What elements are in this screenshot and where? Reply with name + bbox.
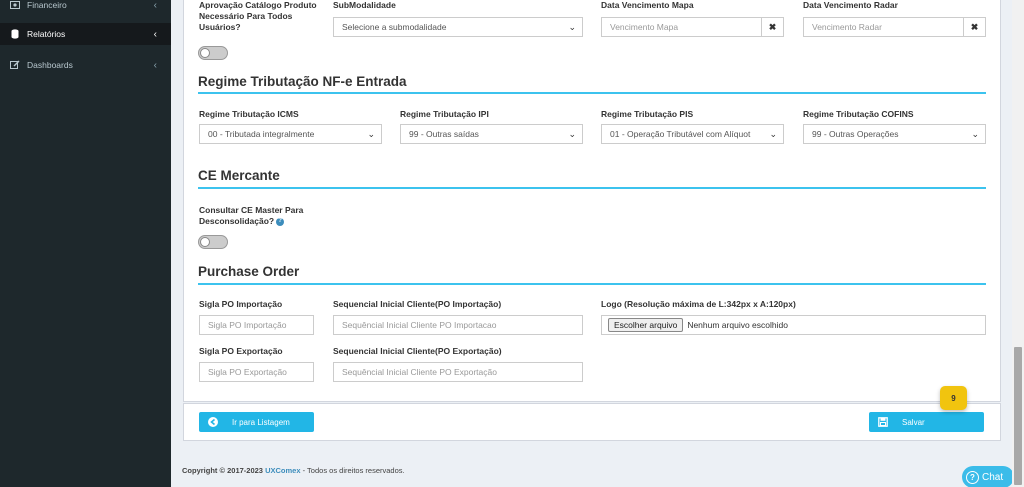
form-card: Aprovação Catálogo Produto Necessário Pa… [183, 0, 1001, 402]
close-icon[interactable]: ✖ [761, 18, 783, 36]
section-divider [198, 187, 986, 189]
choose-file-button[interactable]: Escolher arquivo [608, 318, 684, 332]
sidebar-item-financeiro[interactable]: Financeiro ‹ [0, 0, 171, 16]
regime-title: Regime Tributação NF-e Entrada [198, 74, 407, 89]
cofins-select[interactable]: 99 - Outras Operações ⌄ [803, 124, 986, 144]
aprovacao-toggle[interactable] [198, 46, 228, 60]
seq-exp-input[interactable]: Sequêncial Inicial Cliente PO Exportação [333, 362, 583, 382]
copyright-text: Copyright © 2017-2023 UXComex - Todos os… [182, 466, 405, 475]
consultar-ce-label: Consultar CE Master Para Desconsolidação… [199, 205, 304, 226]
sigla-imp-label: Sigla PO Importação [199, 299, 283, 309]
chevron-left-icon: ‹ [153, 28, 157, 40]
chevron-down-icon: ⌄ [568, 22, 576, 32]
ir-para-listagem-button[interactable]: Ir para Listagem [199, 412, 314, 432]
consultar-ce-toggle[interactable] [198, 235, 228, 249]
ce-mercante-title: CE Mercante [198, 168, 280, 183]
logo-label: Logo (Resolução máxima de L:342px x A:12… [601, 299, 796, 309]
sidebar-item-relatorios[interactable]: Relatórios ‹ [0, 23, 171, 45]
arrow-left-circle-icon [208, 417, 218, 427]
venc-mapa-input[interactable]: Vencimento Mapa ✖ [601, 17, 784, 37]
help-circle-icon: ? [966, 470, 979, 484]
money-icon [10, 0, 20, 10]
action-bar: Ir para Listagem Salvar [183, 403, 1001, 441]
help-icon[interactable]: ? [276, 217, 285, 226]
section-divider [198, 283, 986, 285]
aprovacao-label: Aprovação Catálogo Produto Necessário Pa… [199, 0, 317, 32]
icms-select[interactable]: 00 - Tributada integralmente ⌄ [199, 124, 382, 144]
chevron-left-icon: ‹ [153, 59, 157, 71]
venc-radar-input[interactable]: Vencimento Radar ✖ [803, 17, 986, 37]
sigla-exp-label: Sigla PO Exportação [199, 346, 283, 356]
seq-imp-label: Sequencial Inicial Cliente(PO Importação… [333, 299, 502, 309]
pis-select[interactable]: 01 - Operação Tributável com Alíquot ⌄ [601, 124, 784, 144]
venc-mapa-label: Data Vencimento Mapa [601, 0, 694, 10]
purchase-order-title: Purchase Order [198, 264, 300, 279]
seq-exp-label: Sequencial Inicial Cliente(PO Exportação… [333, 346, 502, 356]
ipi-select[interactable]: 99 - Outras saídas ⌄ [400, 124, 583, 144]
submodalidade-label: SubModalidade [333, 0, 396, 10]
cofins-label: Regime Tributação COFINS [803, 109, 914, 119]
submodalidade-select[interactable]: Selecione a submodalidade ⌄ [333, 17, 583, 37]
chevron-down-icon: ⌄ [568, 129, 576, 139]
scrollbar-thumb[interactable] [1014, 347, 1022, 485]
venc-radar-label: Data Vencimento Radar [803, 0, 898, 10]
edit-icon [10, 60, 20, 70]
brand-link[interactable]: UXComex [265, 466, 300, 475]
seq-imp-input[interactable]: Sequêncial Inicial Cliente PO Importacao [333, 315, 583, 335]
chevron-down-icon: ⌄ [367, 129, 375, 139]
icms-label: Regime Tributação ICMS [199, 109, 299, 119]
sidebar-item-label: Financeiro [27, 0, 67, 10]
chat-button[interactable]: ? Chat [962, 466, 1014, 487]
main-content: Aprovação Catálogo Produto Necessário Pa… [171, 0, 1012, 487]
sigla-imp-input[interactable]: Sigla PO Importação [199, 315, 314, 335]
save-icon [878, 417, 888, 427]
scrollbar[interactable] [1012, 0, 1024, 487]
logo-file-input[interactable]: Escolher arquivo Nenhum arquivo escolhid… [601, 315, 986, 335]
step-badge: 9 [940, 386, 967, 410]
sidebar: Financeiro ‹ Relatórios ‹ Dashboards ‹ [0, 0, 171, 487]
database-icon [10, 29, 20, 39]
sidebar-item-label: Relatórios [27, 29, 66, 39]
salvar-button[interactable]: Salvar [869, 412, 984, 432]
section-divider [198, 92, 986, 94]
sigla-exp-input[interactable]: Sigla PO Exportação [199, 362, 314, 382]
file-status: Nenhum arquivo escolhido [687, 320, 788, 330]
chevron-down-icon: ⌄ [769, 129, 777, 139]
close-icon[interactable]: ✖ [963, 18, 985, 36]
sidebar-item-label: Dashboards [27, 60, 73, 70]
ipi-label: Regime Tributação IPI [400, 109, 489, 119]
sidebar-item-dashboards[interactable]: Dashboards ‹ [0, 54, 171, 76]
chevron-left-icon: ‹ [153, 0, 157, 11]
chevron-down-icon: ⌄ [971, 129, 979, 139]
pis-label: Regime Tributação PIS [601, 109, 694, 119]
